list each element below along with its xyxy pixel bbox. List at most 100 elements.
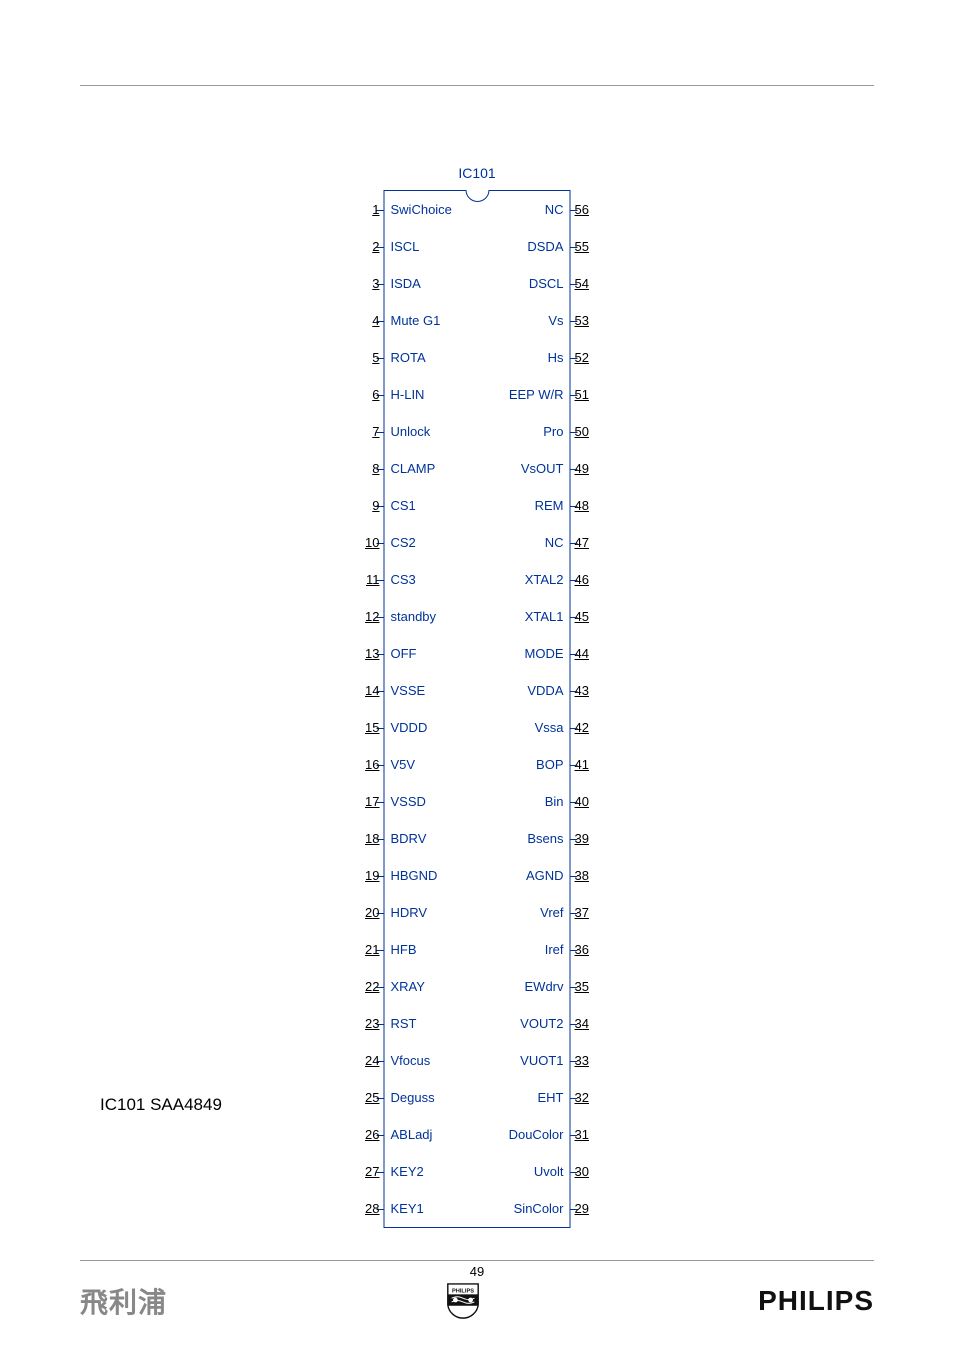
pin-lead [570, 1098, 578, 1099]
pin-name-right: VsOUT [521, 461, 564, 476]
pin-name-left: BDRV [391, 831, 427, 846]
pin-lead [570, 469, 578, 470]
pin-number-right: 35 [575, 979, 605, 994]
pin-number-right: 34 [575, 1016, 605, 1031]
pin-number-right: 49 [575, 461, 605, 476]
pin-name-right: NC [545, 535, 564, 550]
pin-number-left: 24 [350, 1053, 380, 1068]
pin-number-left: 2 [350, 239, 380, 254]
pin-row: 15VDDDVssa42 [385, 709, 570, 746]
pin-lead [570, 506, 578, 507]
pin-name-left: CLAMP [391, 461, 436, 476]
pin-number-right: 37 [575, 905, 605, 920]
pin-lead [570, 247, 578, 248]
pin-row: 6H-LINEEP W/R51 [385, 376, 570, 413]
pin-number-left: 20 [350, 905, 380, 920]
pin-row: 27KEY2Uvolt30 [385, 1153, 570, 1190]
pin-row: 12standbyXTAL145 [385, 598, 570, 635]
pin-number-left: 22 [350, 979, 380, 994]
pin-number-right: 54 [575, 276, 605, 291]
pin-row: 17VSSDBin40 [385, 783, 570, 820]
pin-name-left: VSSD [391, 794, 426, 809]
pin-name-left: H-LIN [391, 387, 425, 402]
pin-name-left: CS1 [391, 498, 416, 513]
pin-number-right: 55 [575, 239, 605, 254]
ic-title: IC101 [0, 165, 954, 181]
pin-name-right: SinColor [514, 1201, 564, 1216]
pin-row: 25DegussEHT32 [385, 1079, 570, 1116]
pin-lead [570, 1061, 578, 1062]
pin-name-right: NC [545, 202, 564, 217]
pin-row: 20HDRVVref37 [385, 894, 570, 931]
pin-name-right: Vs [548, 313, 563, 328]
pin-name-left: ISCL [391, 239, 420, 254]
pin-row: 10CS2NC47 [385, 524, 570, 561]
pin-lead [570, 1024, 578, 1025]
pin-name-left: HDRV [391, 905, 428, 920]
pin-number-right: 56 [575, 202, 605, 217]
pin-number-right: 40 [575, 794, 605, 809]
pin-lead [570, 654, 578, 655]
philips-logo-en: PHILIPS [758, 1285, 874, 1317]
pin-lead [570, 802, 578, 803]
pin-number-right: 39 [575, 831, 605, 846]
pin-number-right: 31 [575, 1127, 605, 1142]
pin-number-left: 3 [350, 276, 380, 291]
pin-lead [570, 1135, 578, 1136]
pin-number-left: 13 [350, 646, 380, 661]
pin-name-right: XTAL2 [525, 572, 564, 587]
pin-lead [570, 1209, 578, 1210]
pin-number-right: 53 [575, 313, 605, 328]
pin-lead [570, 543, 578, 544]
pin-row: 16V5VBOP41 [385, 746, 570, 783]
pin-name-right: Iref [545, 942, 564, 957]
pin-name-left: KEY2 [391, 1164, 424, 1179]
pin-number-right: 36 [575, 942, 605, 957]
pin-name-left: HBGND [391, 868, 438, 883]
pin-name-left: RST [391, 1016, 417, 1031]
pin-number-right: 45 [575, 609, 605, 624]
pin-name-left: OFF [391, 646, 417, 661]
pin-name-right: AGND [526, 868, 564, 883]
pin-lead [570, 691, 578, 692]
philips-shield-icon: PHILIPS [444, 1282, 482, 1320]
pin-name-right: Vref [540, 905, 563, 920]
pin-row: 21HFBIref36 [385, 931, 570, 968]
pin-name-left: VDDD [391, 720, 428, 735]
pin-lead [570, 876, 578, 877]
pin-name-left: ABLadj [391, 1127, 433, 1142]
pin-number-right: 48 [575, 498, 605, 513]
pin-name-right: EEP W/R [509, 387, 564, 402]
pin-name-left: CS2 [391, 535, 416, 550]
pin-lead [570, 284, 578, 285]
pin-number-right: 38 [575, 868, 605, 883]
pin-lead [570, 913, 578, 914]
svg-text:PHILIPS: PHILIPS [451, 1288, 473, 1294]
pin-name-left: CS3 [391, 572, 416, 587]
pin-number-left: 15 [350, 720, 380, 735]
pin-row: 1SwiChoiceNC56 [385, 191, 570, 228]
pin-lead [570, 987, 578, 988]
pin-name-right: Uvolt [534, 1164, 564, 1179]
pin-lead [570, 580, 578, 581]
pin-name-right: DSCL [529, 276, 564, 291]
pin-name-left: ISDA [391, 276, 421, 291]
pin-name-right: XTAL1 [525, 609, 564, 624]
pin-lead [570, 358, 578, 359]
pin-name-right: VOUT2 [520, 1016, 563, 1031]
pin-number-right: 33 [575, 1053, 605, 1068]
pin-name-left: HFB [391, 942, 417, 957]
pin-number-left: 19 [350, 868, 380, 883]
pin-number-left: 27 [350, 1164, 380, 1179]
pin-lead [570, 839, 578, 840]
pin-name-right: EHT [538, 1090, 564, 1105]
pin-number-right: 41 [575, 757, 605, 772]
pin-number-left: 1 [350, 202, 380, 217]
pin-number-right: 46 [575, 572, 605, 587]
pin-row: 19HBGNDAGND38 [385, 857, 570, 894]
side-part-label: IC101 SAA4849 [100, 1095, 222, 1115]
pin-row: 14VSSEVDDA43 [385, 672, 570, 709]
pin-name-left: Mute G1 [391, 313, 441, 328]
pin-row: 22XRAYEWdrv35 [385, 968, 570, 1005]
pin-number-left: 10 [350, 535, 380, 550]
